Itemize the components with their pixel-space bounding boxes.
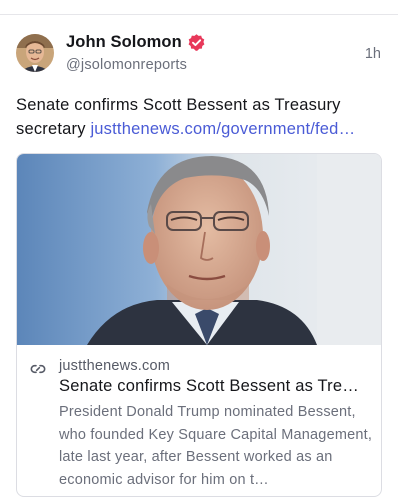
avatar[interactable]	[16, 34, 54, 72]
post-link[interactable]: justthenews.com/government/fed…	[90, 120, 355, 138]
link-icon	[30, 361, 46, 377]
link-preview-card[interactable]: justthenews.com Senate confirms Scott Be…	[16, 153, 382, 497]
author-name[interactable]: John Solomon	[66, 33, 182, 52]
post: John Solomon @jsolomonreports 1h Senate …	[0, 15, 398, 500]
card-body: justthenews.com Senate confirms Scott Be…	[17, 346, 381, 496]
card-description: President Donald Trump nominated Bessent…	[59, 404, 373, 488]
post-text: Senate confirms Scott Bessent as Treasur…	[16, 93, 388, 141]
card-domain: justthenews.com	[59, 358, 170, 374]
verified-badge-icon	[187, 33, 206, 52]
post-timestamp: 1h	[364, 46, 381, 62]
card-image	[17, 154, 381, 345]
author-handle[interactable]: @jsolomonreports	[66, 57, 187, 73]
card-title: Senate confirms Scott Bessent as Tre…	[59, 377, 359, 395]
